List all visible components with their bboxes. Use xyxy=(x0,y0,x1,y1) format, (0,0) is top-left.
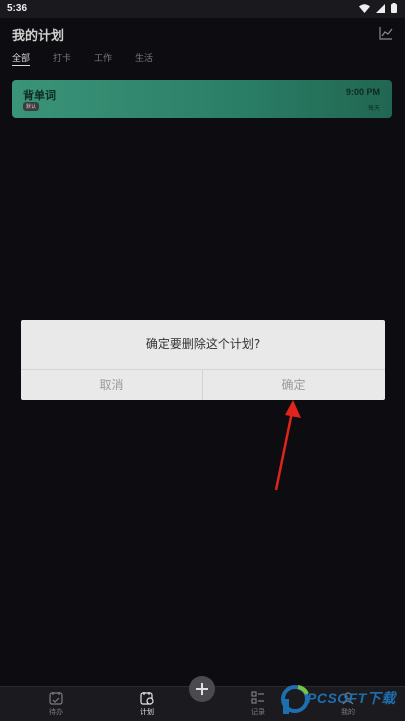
nav-item-plan[interactable]: 计划 xyxy=(127,691,167,717)
page-title: 我的计划 xyxy=(12,29,65,44)
nav-label-plan: 计划 xyxy=(140,708,154,716)
watermark-text: PCSOFT下载 xyxy=(307,690,396,706)
dialog-message: 确定要删除这个计划? xyxy=(145,337,261,351)
plan-badge: 默认 xyxy=(23,102,40,111)
status-bar: 5:36 xyxy=(0,0,405,18)
watermark-p-icon xyxy=(281,685,309,714)
add-plan-button[interactable] xyxy=(189,676,215,702)
signal-icon xyxy=(376,3,385,13)
list-icon xyxy=(251,691,264,704)
confirm-button[interactable]: 确定 xyxy=(203,370,384,400)
wifi-icon xyxy=(359,3,370,13)
plus-icon xyxy=(196,683,208,695)
plan-repeat: 每天 xyxy=(367,105,380,112)
tab-work[interactable]: 工作 xyxy=(94,51,112,66)
delete-confirm-dialog: 确定要删除这个计划? 取消 确定 xyxy=(21,320,385,400)
plan-calendar-icon xyxy=(140,692,154,705)
calendar-icon xyxy=(49,692,63,705)
status-time: 5:36 xyxy=(7,3,28,14)
tab-checkin[interactable]: 打卡 xyxy=(53,51,71,66)
plan-card[interactable]: 背单词 默认 9:00 PM 每天 xyxy=(12,80,392,118)
filter-tabs: 全部 打卡 工作 生活 xyxy=(12,51,153,66)
battery-icon xyxy=(391,3,397,13)
chart-icon[interactable] xyxy=(379,26,393,40)
status-icons xyxy=(359,3,397,13)
plan-name: 背单词 xyxy=(23,89,56,102)
cancel-button[interactable]: 取消 xyxy=(21,370,202,400)
nav-item-todo[interactable]: 待办 xyxy=(36,691,76,717)
nav-label-todo: 待办 xyxy=(49,708,63,716)
annotation-arrow-icon xyxy=(274,400,301,491)
nav-item-record[interactable]: 记录 xyxy=(238,691,278,717)
nav-label-record: 记录 xyxy=(251,708,265,716)
tab-life[interactable]: 生活 xyxy=(135,51,153,66)
plan-time: 9:00 PM xyxy=(345,87,380,97)
tab-all[interactable]: 全部 xyxy=(12,51,31,66)
watermark-logo: PCSOFT下载 xyxy=(279,683,405,720)
